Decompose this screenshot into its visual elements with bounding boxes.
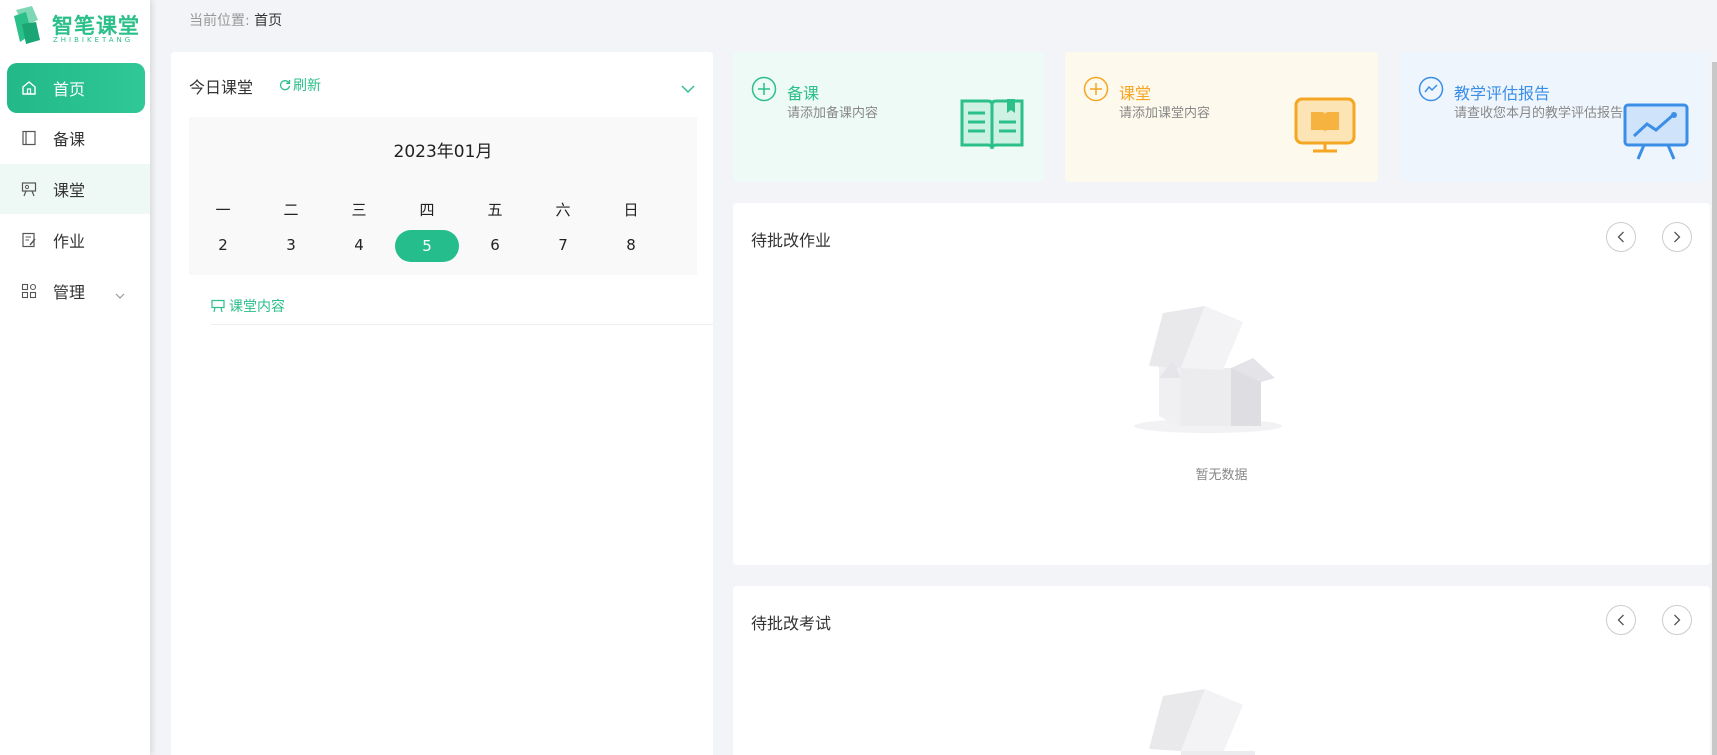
refresh-button[interactable]: 刷新 (279, 75, 321, 95)
quick-card-title: 教学评估报告 (1454, 84, 1551, 103)
weekday-label: 日 (623, 201, 639, 219)
presentation-icon (211, 299, 225, 313)
quick-card-title: 备课 (787, 84, 820, 103)
trend-circle-icon (1418, 76, 1444, 106)
chevron-right-icon (1674, 231, 1681, 243)
calendar-day[interactable]: 8 (597, 236, 665, 262)
weekday-label: 五 (487, 201, 503, 219)
calendar-day[interactable]: 7 (529, 236, 597, 262)
quick-card-subtitle: 请添加备课内容 (787, 106, 879, 121)
weekday-label: 一 (215, 201, 231, 219)
sidebar-item-manage[interactable]: 管理 (7, 266, 145, 316)
sidebar-item-classroom[interactable]: 课堂 (0, 164, 150, 214)
sidebar-item-homework[interactable]: 作业 (7, 215, 145, 265)
next-page-button[interactable] (1662, 605, 1692, 635)
sidebar-item-label: 作业 (53, 232, 86, 251)
weekday-label: 四 (419, 201, 435, 219)
sidebar: 智笔课堂 ZHIBIKETANG 首页 备课 课堂 作业 管理 (0, 0, 150, 755)
quick-card-classroom[interactable]: 课堂 请添加课堂内容 (1065, 52, 1378, 182)
monitor-book-icon (1294, 97, 1356, 153)
calendar-day[interactable]: 3 (257, 236, 325, 262)
weekday-row: 一 二 三 四 五 六 日 (189, 199, 697, 220)
today-class-card: 今日课堂 刷新 2023年01月 一 二 三 四 五 六 日 2 3 4 5 6… (171, 52, 713, 755)
collapse-chevron-icon[interactable] (681, 78, 695, 97)
logo: 智笔课堂 ZHIBIKETANG (10, 4, 145, 48)
divider (211, 324, 713, 325)
sidebar-item-label: 首页 (53, 80, 86, 99)
refresh-icon (279, 80, 291, 91)
today-class-title: 今日课堂 (189, 78, 254, 97)
logo-sub: ZHIBIKETANG (53, 36, 134, 44)
home-icon (19, 78, 39, 98)
panel-title: 待批改作业 (751, 231, 832, 250)
sidebar-item-prepare[interactable]: 备课 (7, 113, 145, 163)
pending-homework-panel: 待批改作业 暂无数据 (733, 203, 1710, 565)
add-circle-icon (751, 76, 777, 106)
empty-state-text: 暂无数据 (1195, 468, 1248, 483)
weekday-label: 六 (555, 201, 571, 219)
presentation-board-icon (1623, 103, 1689, 160)
day-row: 2 3 4 5 6 7 8 (189, 230, 697, 262)
open-book-icon (960, 99, 1024, 150)
sidebar-item-home[interactable]: 首页 (7, 63, 145, 113)
calendar-month: 2023年01月 (393, 142, 493, 162)
quick-card-title: 课堂 (1119, 84, 1152, 103)
breadcrumb-current[interactable]: 首页 (254, 13, 282, 29)
class-content-label: 课堂内容 (229, 299, 285, 315)
prev-page-button[interactable] (1606, 222, 1636, 252)
calendar-day[interactable]: 4 (325, 236, 393, 262)
quick-card-subtitle: 请查收您本月的教学评估报告 (1454, 106, 1624, 121)
calendar-day-selected[interactable]: 5 (395, 230, 459, 262)
chevron-left-icon (1617, 231, 1624, 243)
class-content-tab[interactable]: 课堂内容 (211, 296, 285, 316)
chevron-down-icon (115, 284, 125, 303)
notebook-icon (19, 128, 39, 148)
quick-card-subtitle: 请添加课堂内容 (1119, 106, 1211, 121)
empty-box-illustration (1149, 689, 1255, 755)
quick-card-report[interactable]: 教学评估报告 请查收您本月的教学评估报告 (1400, 52, 1710, 182)
weekday-label: 二 (283, 201, 299, 219)
week-calendar: 2023年01月 一 二 三 四 五 六 日 2 3 4 5 6 7 8 (189, 117, 697, 275)
pending-exam-panel: 待批改考试 (733, 586, 1710, 755)
breadcrumb: 当前位置: 首页 (189, 10, 282, 30)
grid-icon (19, 281, 39, 301)
panel-title: 待批改考试 (751, 614, 832, 633)
edit-doc-icon (19, 230, 39, 250)
calendar-day[interactable]: 2 (189, 236, 257, 262)
chevron-left-icon (1617, 614, 1624, 626)
sidebar-item-label: 课堂 (53, 181, 86, 200)
quick-card-prepare[interactable]: 备课 请添加备课内容 (733, 52, 1044, 182)
presentation-icon (19, 179, 39, 199)
empty-box-illustration (1134, 306, 1282, 433)
next-page-button[interactable] (1662, 222, 1692, 252)
add-circle-icon (1083, 76, 1109, 106)
calendar-day[interactable]: 6 (461, 236, 529, 262)
refresh-label: 刷新 (293, 78, 321, 94)
chevron-right-icon (1674, 614, 1681, 626)
sidebar-item-label: 备课 (53, 130, 86, 149)
sidebar-item-label: 管理 (53, 283, 86, 302)
weekday-label: 三 (351, 201, 367, 219)
page-scrollbar[interactable] (1712, 62, 1717, 755)
logo-leaf-icon (14, 6, 40, 44)
breadcrumb-label: 当前位置: (189, 13, 250, 29)
prev-page-button[interactable] (1606, 605, 1636, 635)
